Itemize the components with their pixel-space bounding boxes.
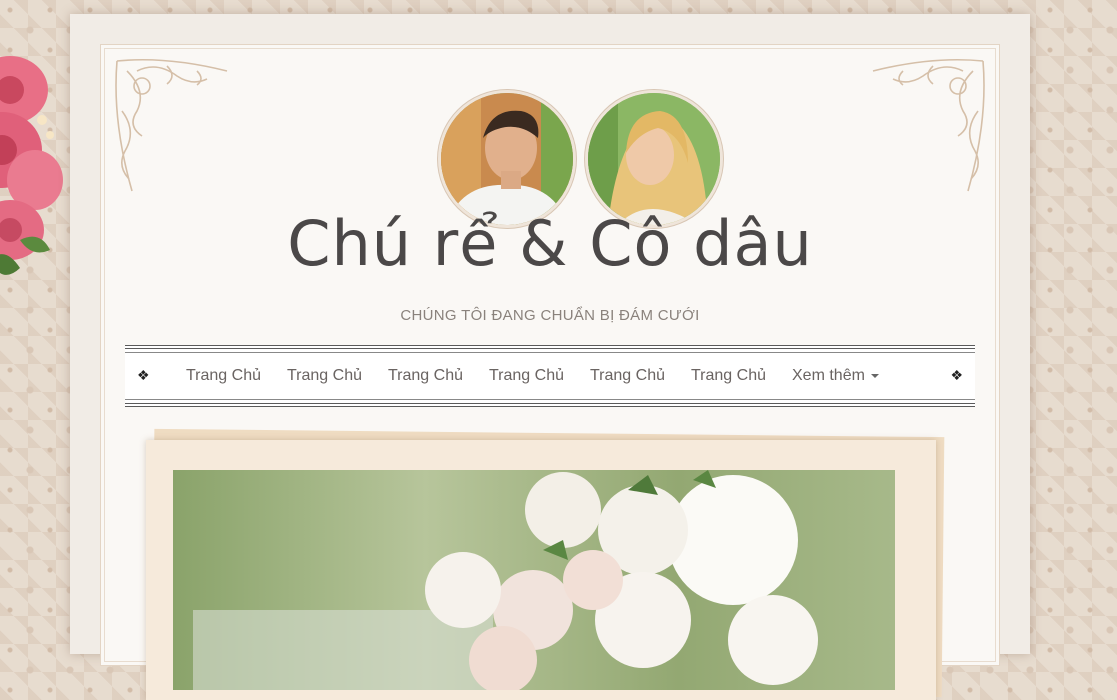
nav-item-more-dropdown[interactable]: Xem thêm [779, 367, 892, 385]
hero-photo [173, 470, 895, 690]
site-tagline: CHÚNG TÔI ĐANG CHUẨN BỊ ĐÁM CƯỚI [400, 307, 700, 324]
nav-item-home-5[interactable]: Trang Chủ [577, 367, 678, 385]
nav-item-home-6[interactable]: Trang Chủ [678, 367, 779, 385]
nav-more-label: Xem thêm [792, 367, 865, 384]
nav-ornament-right: ❖ [950, 367, 963, 383]
corner-ornament-right [872, 58, 985, 192]
caret-down-icon [870, 373, 879, 378]
nav-item-home-1[interactable]: Trang Chủ [173, 367, 274, 385]
page-container: Chú rể & Cô dâu CHÚNG TÔI ĐANG CHUẨN BỊ … [70, 14, 1030, 700]
corner-ornament-left [115, 58, 228, 192]
site-title: Chú rể & Cô dâu [287, 207, 813, 280]
main-navbar: ❖ Trang Chủ Trang Chủ Trang Chủ Trang Ch… [125, 345, 975, 407]
content-panel: Chú rể & Cô dâu CHÚNG TÔI ĐANG CHUẨN BỊ … [100, 44, 1000, 700]
nav-ornament-left: ❖ [137, 367, 150, 383]
nav-item-home-2[interactable]: Trang Chủ [274, 367, 375, 385]
nav-menu: Trang Chủ Trang Chủ Trang Chủ Trang Chủ … [173, 349, 892, 403]
nav-item-home-3[interactable]: Trang Chủ [375, 367, 476, 385]
nav-item-home-4[interactable]: Trang Chủ [476, 367, 577, 385]
